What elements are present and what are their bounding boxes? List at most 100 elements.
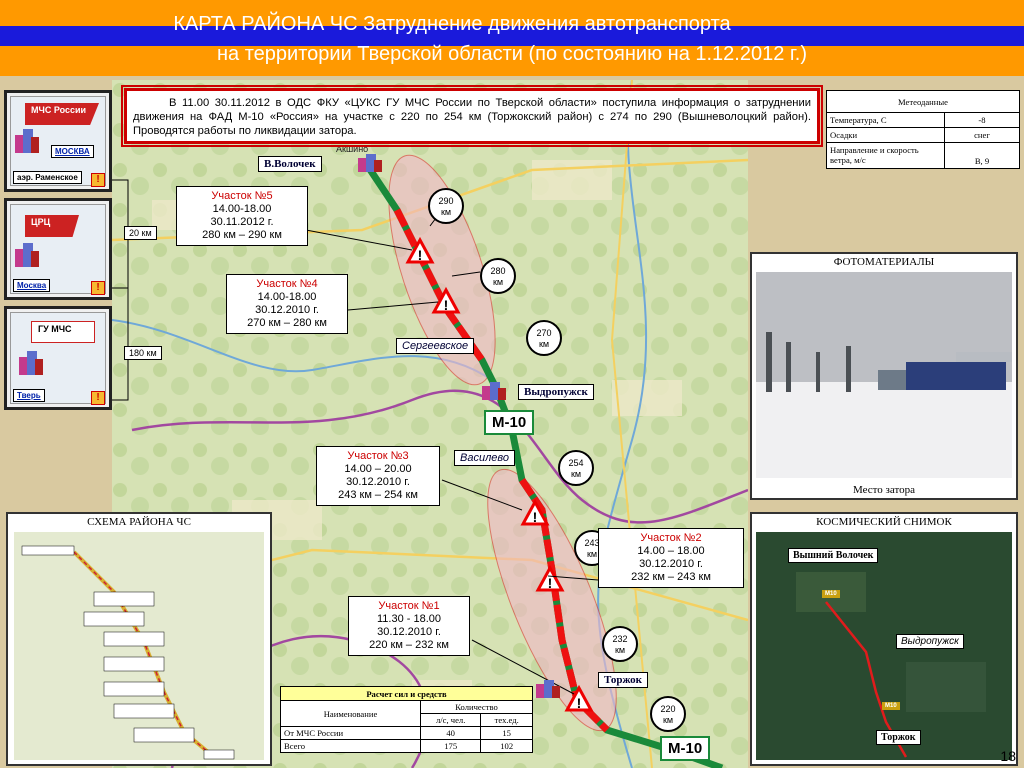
section-time: 14.00 – 20.00 [344, 463, 412, 475]
meteo-label: Направление и скорость ветра, м/с [826, 142, 945, 169]
section-title: Участок №4 [256, 278, 318, 290]
section-callout-2: Участок №2 14.00 – 18.00 30.12.2010 г. 2… [598, 528, 744, 588]
svg-text:!: ! [577, 695, 582, 711]
satellite-label-mid: Выдропужск [896, 634, 964, 649]
chain-connector [112, 179, 129, 401]
rescue-unit-icon [482, 378, 508, 406]
section-range: 243 км – 254 км [338, 489, 418, 501]
slide: КАРТА РАЙОНА ЧС Затруднение движения авт… [0, 0, 1024, 768]
svg-text:!: ! [533, 509, 538, 525]
km-marker-280: 280 км [480, 258, 516, 294]
forces-col-people: л/с, чел. [419, 713, 482, 727]
town-label-volochek: В.Волочек [258, 156, 322, 172]
meteo-label: Температура, С [826, 112, 945, 128]
section-date: 30.12.2010 г. [639, 558, 703, 570]
table-row: От МЧС России 40 15 [280, 726, 533, 740]
km-marker-232: 232 км [602, 626, 638, 662]
satellite-label-top: Вышний Волочек [788, 548, 879, 563]
forces-title: Расчет сил и средств [280, 686, 533, 701]
org-box-mchs: МЧС России МОСКВА аэр. Раменское ! [4, 90, 112, 192]
table-row: Всего 175 102 [280, 739, 533, 753]
section-callout-5: Участок №5 14.00-18.00 30.11.2012 г. 280… [176, 186, 308, 246]
meteo-label: Осадки [826, 127, 945, 143]
rescue-unit-icon [536, 676, 562, 704]
photo-panel-title: ФОТОМАТЕРИАЛЫ [833, 256, 935, 268]
forces-col-name: Наименование [280, 700, 421, 727]
rescue-unit-icon [358, 150, 384, 178]
road-label-m10-north: М-10 [484, 410, 535, 435]
hq-building-icon [15, 129, 41, 157]
meteo-table: Метеоданные Температура, С -8 Осадки снег … [826, 90, 1020, 169]
alert-icon: ! [91, 281, 105, 295]
page-number: 18 [1000, 748, 1016, 764]
incident-info-text: В 11.00 30.11.2012 в ОДС ФКУ «ЦУКС ГУ МЧ… [133, 97, 811, 137]
page-title-line1: КАРТА РАЙОНА ЧС Затруднение движения авт… [173, 13, 731, 35]
satellite-drawing [756, 532, 1012, 760]
forces-row-people: 175 [419, 739, 482, 753]
town-label-sergeevskoe: Сергеевское [396, 338, 475, 354]
meteo-value: В, 9 [944, 142, 1020, 169]
org-place: МОСКВА [51, 145, 94, 158]
km-marker-270: 270 км [526, 320, 562, 356]
photo-caption: Место затора [852, 484, 916, 496]
traffic-jam-photo[interactable] [756, 272, 1012, 478]
org-flag: ГУ МЧС [31, 321, 95, 343]
hq-building-icon [15, 243, 41, 271]
scheme-panel: СХЕМА РАЙОНА ЧС [6, 512, 272, 766]
scheme-drawing [14, 532, 264, 760]
forces-table: Расчет сил и средств Наименование Количес… [280, 686, 533, 753]
org-place: Тверь [13, 389, 45, 402]
satellite-road-label: М10 [882, 702, 900, 710]
svg-text:!: ! [418, 247, 423, 263]
distance-label: 20 км [124, 226, 157, 240]
section-title: Участок №2 [640, 532, 702, 544]
org-flag: МЧС России [25, 103, 99, 125]
photo-drawing [756, 272, 1012, 478]
section-time: 14.00 – 18.00 [637, 545, 705, 557]
org-airport: аэр. Раменское [13, 171, 82, 184]
org-flag: ЦРЦ [25, 215, 79, 237]
town-label-torzhok: Торжок [598, 672, 649, 688]
satellite-label-bottom: Торжок [876, 730, 921, 745]
forces-row-name: Всего [280, 739, 421, 753]
section-date: 30.12.2010 г. [346, 476, 410, 488]
page-title-line2: на территории Тверской области (по состо… [217, 43, 807, 65]
satellite-road-label: М10 [822, 590, 840, 598]
alert-icon: ! [91, 173, 105, 187]
section-callout-3: Участок №3 14.00 – 20.00 30.12.2010 г. 2… [316, 446, 440, 506]
section-date: 30.11.2012 г. [210, 216, 274, 228]
section-time: 14.00-18.00 [257, 291, 317, 303]
section-time: 14.00-18.00 [212, 203, 272, 215]
forces-row-name: От МЧС России [280, 726, 421, 740]
satellite-panel: КОСМИЧЕСКИЙ СНИМОК Вышний Волочек М10 Вы… [750, 512, 1018, 766]
satellite-panel-title: КОСМИЧЕСКИЙ СНИМОК [816, 516, 952, 528]
meteo-title: Метеоданные [826, 90, 1020, 113]
satellite-image[interactable]: Вышний Волочек М10 Выдропужск М10 Торжок [756, 532, 1012, 760]
forces-row-units: 102 [480, 739, 533, 753]
org-box-gu-mchs: ГУ МЧС Тверь ! [4, 306, 112, 410]
scheme-panel-title: СХЕМА РАЙОНА ЧС [87, 516, 191, 528]
scheme-map[interactable] [14, 532, 264, 760]
incident-info-box: В 11.00 30.11.2012 в ОДС ФКУ «ЦУКС ГУ МЧ… [121, 85, 823, 147]
section-time: 11.30 - 18.00 [376, 613, 441, 625]
section-title: Участок №5 [211, 190, 273, 202]
org-place: Москва [13, 279, 51, 292]
km-marker-220: 220 км [650, 696, 686, 732]
town-label-vydropuzhsk: Выдропужск [518, 384, 594, 400]
hq-building-icon [19, 351, 45, 379]
forces-row-people: 40 [419, 726, 482, 740]
km-marker-254: 254 км [558, 450, 594, 486]
section-callout-4: Участок №4 14.00-18.00 30.12.2010 г. 270… [226, 274, 348, 334]
svg-text:!: ! [548, 575, 553, 591]
town-label-vasilevo: Василево [454, 450, 516, 466]
forces-row-units: 15 [480, 726, 533, 740]
section-range: 220 км – 232 км [369, 639, 449, 651]
photo-panel: ФОТОМАТЕРИАЛЫ Место затора [750, 252, 1018, 500]
section-date: 30.12.2010 г. [377, 626, 441, 638]
section-title: Участок №3 [347, 450, 409, 462]
distance-label: 180 км [124, 346, 162, 360]
forces-col-qty: Количество [420, 700, 533, 714]
forces-col-units: тех.ед. [480, 713, 533, 727]
section-callout-1: Участок №1 11.30 - 18.00 30.12.2010 г. 2… [348, 596, 470, 656]
section-range: 270 км – 280 км [247, 317, 327, 329]
